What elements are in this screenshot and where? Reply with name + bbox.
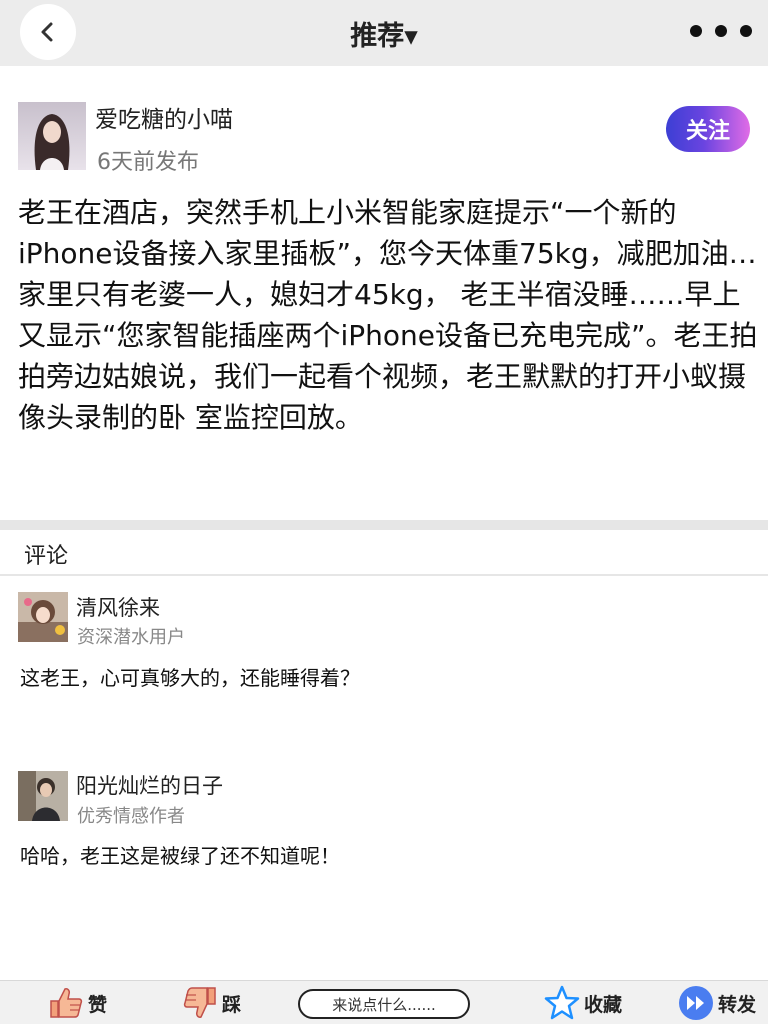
comment-text: 哈哈，老王这是被绿了还不知道呢！ (20, 844, 340, 868)
dislike-label: 踩 (222, 993, 242, 1016)
comment-avatar[interactable] (18, 771, 68, 821)
share-label: 转发 (718, 993, 757, 1016)
bottom-bar: 赞 踩 来说点什么...... 收藏 转发 (0, 980, 768, 1024)
more-dot (690, 25, 702, 37)
share-button[interactable]: 转发 (678, 981, 756, 1025)
thumbs-down-icon (183, 987, 216, 1018)
comments-heading: 评论 (24, 544, 69, 569)
comment-author-role: 资深潜水用户 (77, 627, 185, 648)
comment-avatar[interactable] (18, 592, 68, 642)
forward-icon (679, 986, 713, 1020)
top-bar: 推荐▾ (0, 0, 768, 66)
comment-input[interactable]: 来说点什么...... (298, 989, 470, 1019)
favorite-button[interactable]: 收藏 (544, 981, 622, 1025)
post-body: 老王在酒店，突然手机上小米智能家庭提示“一个新的iPhone设备接入家里插板”，… (18, 196, 758, 434)
star-icon (544, 985, 580, 1020)
follow-button[interactable]: 关注 (666, 106, 750, 152)
like-label: 赞 (88, 993, 108, 1016)
favorite-label: 收藏 (584, 993, 623, 1016)
section-divider (0, 520, 768, 530)
thumbs-up-icon (50, 988, 83, 1018)
post-time: 6天前发布 (97, 150, 199, 175)
author-avatar[interactable] (18, 102, 86, 170)
comment-author-role: 优秀情感作者 (77, 806, 185, 827)
dislike-button[interactable]: 踩 (182, 981, 241, 1025)
more-dot (740, 25, 752, 37)
more-button[interactable] (690, 16, 752, 46)
comment-author-name[interactable]: 阳光灿烂的日子 (76, 770, 223, 800)
comment-text: 这老王，心可真够大的，还能睡得着？ (20, 666, 360, 690)
author-name[interactable]: 爱吃糖的小喵 (95, 100, 233, 134)
divider (0, 574, 768, 576)
like-button[interactable]: 赞 (48, 981, 107, 1025)
more-dot (715, 25, 727, 37)
comment-author-name[interactable]: 清风徐来 (76, 592, 160, 622)
page-title[interactable]: 推荐▾ (0, 14, 768, 53)
